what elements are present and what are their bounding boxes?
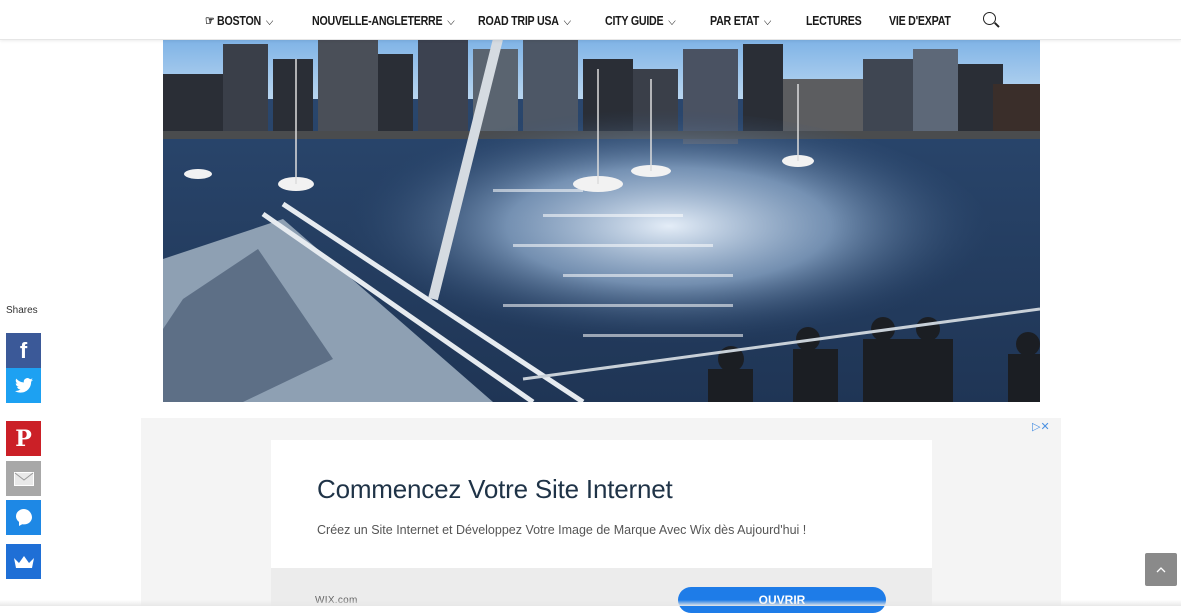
shares-label: Shares [6, 305, 38, 316]
twitter-icon [14, 378, 33, 393]
scroll-to-top-button[interactable] [1145, 553, 1177, 586]
chevron-up-icon [1156, 566, 1166, 572]
facebook-icon: f [19, 337, 28, 363]
nav-item-label: ROAD TRIP USA [478, 13, 559, 28]
hero-image [163, 39, 1040, 402]
nav-item-label: NOUVELLE-ANGLETERRE [312, 13, 443, 28]
nav-item-vie-d-expat[interactable]: VIE D'EXPAT [889, 0, 951, 39]
share-twitter-button[interactable] [6, 368, 41, 403]
nav-item-label: ☞ BOSTON [205, 13, 261, 28]
nav-item-boston[interactable]: ☞ BOSTON ⌵ [205, 0, 273, 39]
chevron-down-icon: ⌵ [763, 14, 772, 28]
nav-item-label: PAR ETAT [710, 13, 759, 28]
share-sumome-button[interactable] [6, 544, 41, 579]
search-icon[interactable] [983, 12, 996, 25]
share-messenger-button[interactable] [6, 500, 41, 535]
email-icon [13, 471, 34, 486]
chevron-down-icon: ⌵ [447, 14, 455, 28]
page-bottom-shadow [0, 600, 1181, 606]
share-email-button[interactable] [6, 461, 41, 496]
ad-title[interactable]: Commencez Votre Site Internet [317, 474, 673, 505]
messenger-icon [15, 508, 32, 526]
chevron-down-icon: ⌵ [265, 14, 274, 28]
crown-icon [13, 555, 34, 568]
ad-choices-icon[interactable]: ▷✕ [1032, 420, 1050, 433]
pinterest-icon: P [15, 425, 32, 452]
nav-item-label: CITY GUIDE [605, 13, 664, 28]
nav-item-label: LECTURES [806, 13, 862, 28]
share-facebook-button[interactable]: f [6, 333, 41, 368]
share-pinterest-button[interactable]: P [6, 421, 41, 456]
chevron-down-icon: ⌵ [668, 14, 676, 28]
nav-item-lectures[interactable]: LECTURES [806, 0, 862, 39]
nav-item-par-etat[interactable]: PAR ETAT ⌵ [710, 0, 771, 39]
nav-item-road-trip-usa[interactable]: ROAD TRIP USA ⌵ [478, 0, 571, 39]
nav-item-label: VIE D'EXPAT [889, 13, 951, 28]
nav-item-nouvelle-angleterre[interactable]: NOUVELLE-ANGLETERRE ⌵ [312, 0, 455, 39]
ad-description: Créez un Site Internet et Développez Vot… [317, 523, 807, 537]
main-nav: ☞ BOSTON ⌵ NOUVELLE-ANGLETERRE ⌵ ROAD TRIP… [0, 0, 1181, 40]
nav-item-city-guide[interactable]: CITY GUIDE ⌵ [605, 0, 676, 39]
chevron-down-icon: ⌵ [563, 14, 571, 28]
